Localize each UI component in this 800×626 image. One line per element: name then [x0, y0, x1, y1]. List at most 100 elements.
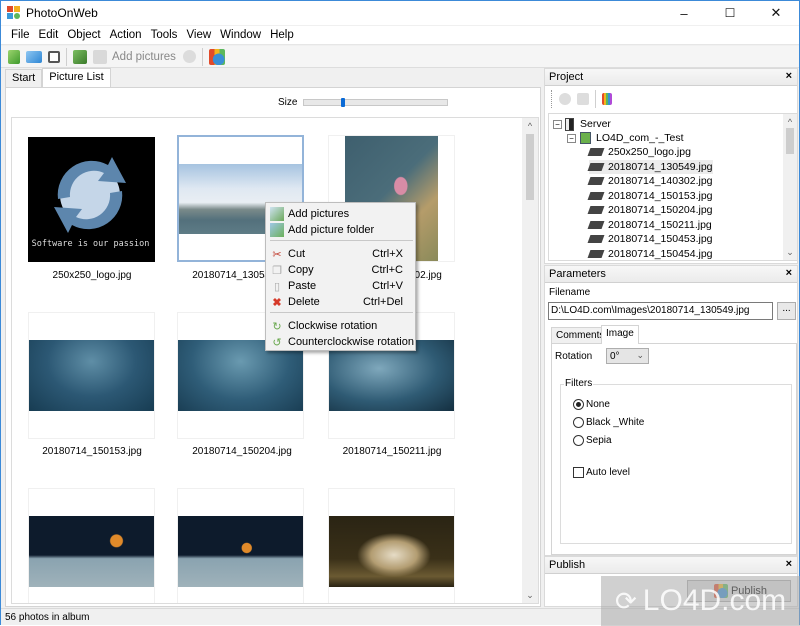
- project-toolbar: [551, 90, 615, 108]
- menu-object[interactable]: Object: [63, 29, 105, 41]
- minimize-button[interactable]: –: [661, 1, 707, 25]
- image-file-icon: [587, 206, 605, 214]
- menu-edit[interactable]: Edit: [35, 29, 64, 41]
- tree-node-file[interactable]: 20180714_140302.jpg: [587, 174, 713, 188]
- project-panel: Project × − Server − LO4D_com_-_Test 250…: [544, 68, 798, 264]
- context-menu: Add pictures Add picture folder ✂ Cut Ct…: [265, 202, 416, 351]
- copy-icon: ❐: [272, 264, 282, 277]
- menu-view[interactable]: View: [182, 29, 216, 41]
- picture-thumbnail[interactable]: [177, 488, 304, 603]
- shortcut-label: Ctrl+Del: [362, 296, 403, 308]
- rotation-dropdown[interactable]: 0° ⌄: [606, 348, 649, 364]
- toolbar: Add pictures: [1, 46, 799, 68]
- tab-image[interactable]: Image: [601, 325, 639, 344]
- context-item-add-picture-folder[interactable]: Add picture folder: [266, 222, 415, 238]
- watermark-logo-icon: ⟳: [615, 585, 637, 616]
- auto-level-checkbox[interactable]: Auto level: [573, 467, 630, 478]
- browse-button[interactable]: ...: [777, 302, 796, 320]
- tab-picture-list[interactable]: Picture List: [42, 68, 111, 87]
- radio-label: None: [586, 399, 610, 410]
- scroll-down-icon[interactable]: ⌄: [522, 587, 538, 603]
- tree-node-label: 250x250_logo.jpg: [608, 146, 691, 158]
- gallery-scrollbar[interactable]: ^ ⌄: [522, 118, 538, 603]
- filter-sepia-radio[interactable]: Sepia: [573, 435, 612, 446]
- tree-node-file[interactable]: 20180714_130549.jpg: [587, 159, 713, 174]
- add-pictures-label[interactable]: Add pictures: [112, 51, 176, 63]
- save-icon[interactable]: [48, 50, 60, 63]
- checkbox-label: Auto level: [586, 467, 630, 478]
- picture-gallery: Software is our passion 250x250_logo.jpg…: [11, 117, 539, 604]
- settings-icon[interactable]: [182, 50, 196, 63]
- radio-icon: [573, 417, 584, 428]
- tree-node-file[interactable]: 20180714_150204.jpg: [587, 203, 713, 217]
- document-tabs: Start Picture List: [5, 68, 111, 87]
- maximize-button[interactable]: ☐: [707, 1, 753, 25]
- tree-node-label: 20180714_150204.jpg: [608, 204, 713, 216]
- colors-icon[interactable]: [602, 93, 612, 105]
- add-folder-icon: [270, 223, 284, 237]
- new-project-icon[interactable]: [8, 49, 20, 64]
- photo-aquarium-ray: [29, 340, 154, 411]
- photo-clownfish-1: [29, 516, 154, 587]
- minimize-icon: –: [680, 5, 688, 21]
- menu-action[interactable]: Action: [106, 29, 147, 41]
- image-file-icon: [587, 249, 605, 258]
- filename-field[interactable]: D:\LO4D.com\Images\20180714_130549.jpg: [548, 302, 773, 320]
- menu-file[interactable]: File: [7, 29, 35, 41]
- tree-node-server[interactable]: − Server: [553, 117, 611, 131]
- delete-icon: ✖: [272, 296, 282, 309]
- project-close-icon[interactable]: ×: [786, 70, 792, 82]
- project-panel-header: Project ×: [545, 69, 797, 86]
- tree-node-file[interactable]: 250x250_logo.jpg: [587, 145, 691, 159]
- photo-clownfish-2: [178, 516, 303, 587]
- menu-help[interactable]: Help: [266, 29, 299, 41]
- context-item-label: Copy: [288, 264, 314, 276]
- image-file-icon: [587, 162, 605, 171]
- publish-icon[interactable]: [208, 48, 225, 65]
- context-item-cut[interactable]: ✂ Cut Ctrl+X: [266, 246, 415, 262]
- add-folder-icon[interactable]: [73, 49, 87, 64]
- scroll-down-icon[interactable]: ⌄: [783, 244, 797, 260]
- image-file-icon: [587, 191, 605, 200]
- context-item-counterclockwise-rotation[interactable]: ↺ Counterclockwise rotation: [266, 334, 415, 350]
- tree-node-file[interactable]: 20180714_150454.jpg: [587, 247, 713, 261]
- size-slider-thumb[interactable]: [341, 98, 345, 107]
- scrollbar-thumb[interactable]: [526, 134, 534, 200]
- picture-thumbnail[interactable]: [28, 312, 155, 439]
- picture-thumbnail[interactable]: [28, 488, 155, 603]
- scroll-up-icon[interactable]: ^: [522, 118, 538, 134]
- menu-window[interactable]: Window: [216, 29, 266, 41]
- settings-icon[interactable]: [559, 93, 571, 105]
- checkbox-icon: [573, 467, 584, 478]
- parameters-close-icon[interactable]: ×: [786, 267, 792, 279]
- collapse-icon[interactable]: −: [553, 119, 562, 129]
- tab-start[interactable]: Start: [5, 69, 43, 87]
- scrollbar-thumb[interactable]: [786, 128, 794, 154]
- server-icon: [565, 117, 574, 131]
- size-slider[interactable]: [303, 98, 448, 107]
- picture-thumbnail[interactable]: Software is our passion: [28, 134, 155, 262]
- tree-node-album[interactable]: − LO4D_com_-_Test: [567, 131, 684, 145]
- tree-node-file[interactable]: 20180714_150453.jpg: [587, 232, 713, 246]
- filter-none-radio[interactable]: None: [573, 399, 610, 410]
- context-item-add-pictures[interactable]: Add pictures: [266, 206, 415, 222]
- picture-thumbnail[interactable]: [328, 488, 455, 603]
- shortcut-label: Ctrl+C: [371, 264, 403, 276]
- tree-scrollbar[interactable]: ^ ⌄: [783, 114, 797, 260]
- publish-close-icon[interactable]: ×: [786, 558, 792, 570]
- app-window: PhotoOnWeb – ☐ ✕ File Edit Object Action…: [0, 0, 800, 626]
- open-project-icon[interactable]: [26, 50, 42, 63]
- context-item-paste[interactable]: ▯ Paste Ctrl+V: [266, 278, 415, 294]
- tree-node-file[interactable]: 20180714_150153.jpg: [587, 189, 713, 203]
- close-button[interactable]: ✕: [753, 1, 799, 25]
- add-pictures-icon[interactable]: [93, 49, 107, 64]
- picture-caption: 20180714_150153.jpg: [42, 446, 142, 457]
- context-item-delete[interactable]: ✖ Delete Ctrl+Del: [266, 294, 415, 310]
- filter-black-white-radio[interactable]: Black _White: [573, 417, 644, 428]
- context-item-clockwise-rotation[interactable]: ↻ Clockwise rotation: [266, 318, 415, 334]
- tree-node-file[interactable]: 20180714_150211.jpg: [587, 218, 712, 232]
- menu-tools[interactable]: Tools: [147, 29, 183, 41]
- collapse-icon[interactable]: −: [567, 133, 576, 143]
- context-item-copy[interactable]: ❐ Copy Ctrl+C: [266, 262, 415, 278]
- add-pictures-icon[interactable]: [577, 93, 589, 105]
